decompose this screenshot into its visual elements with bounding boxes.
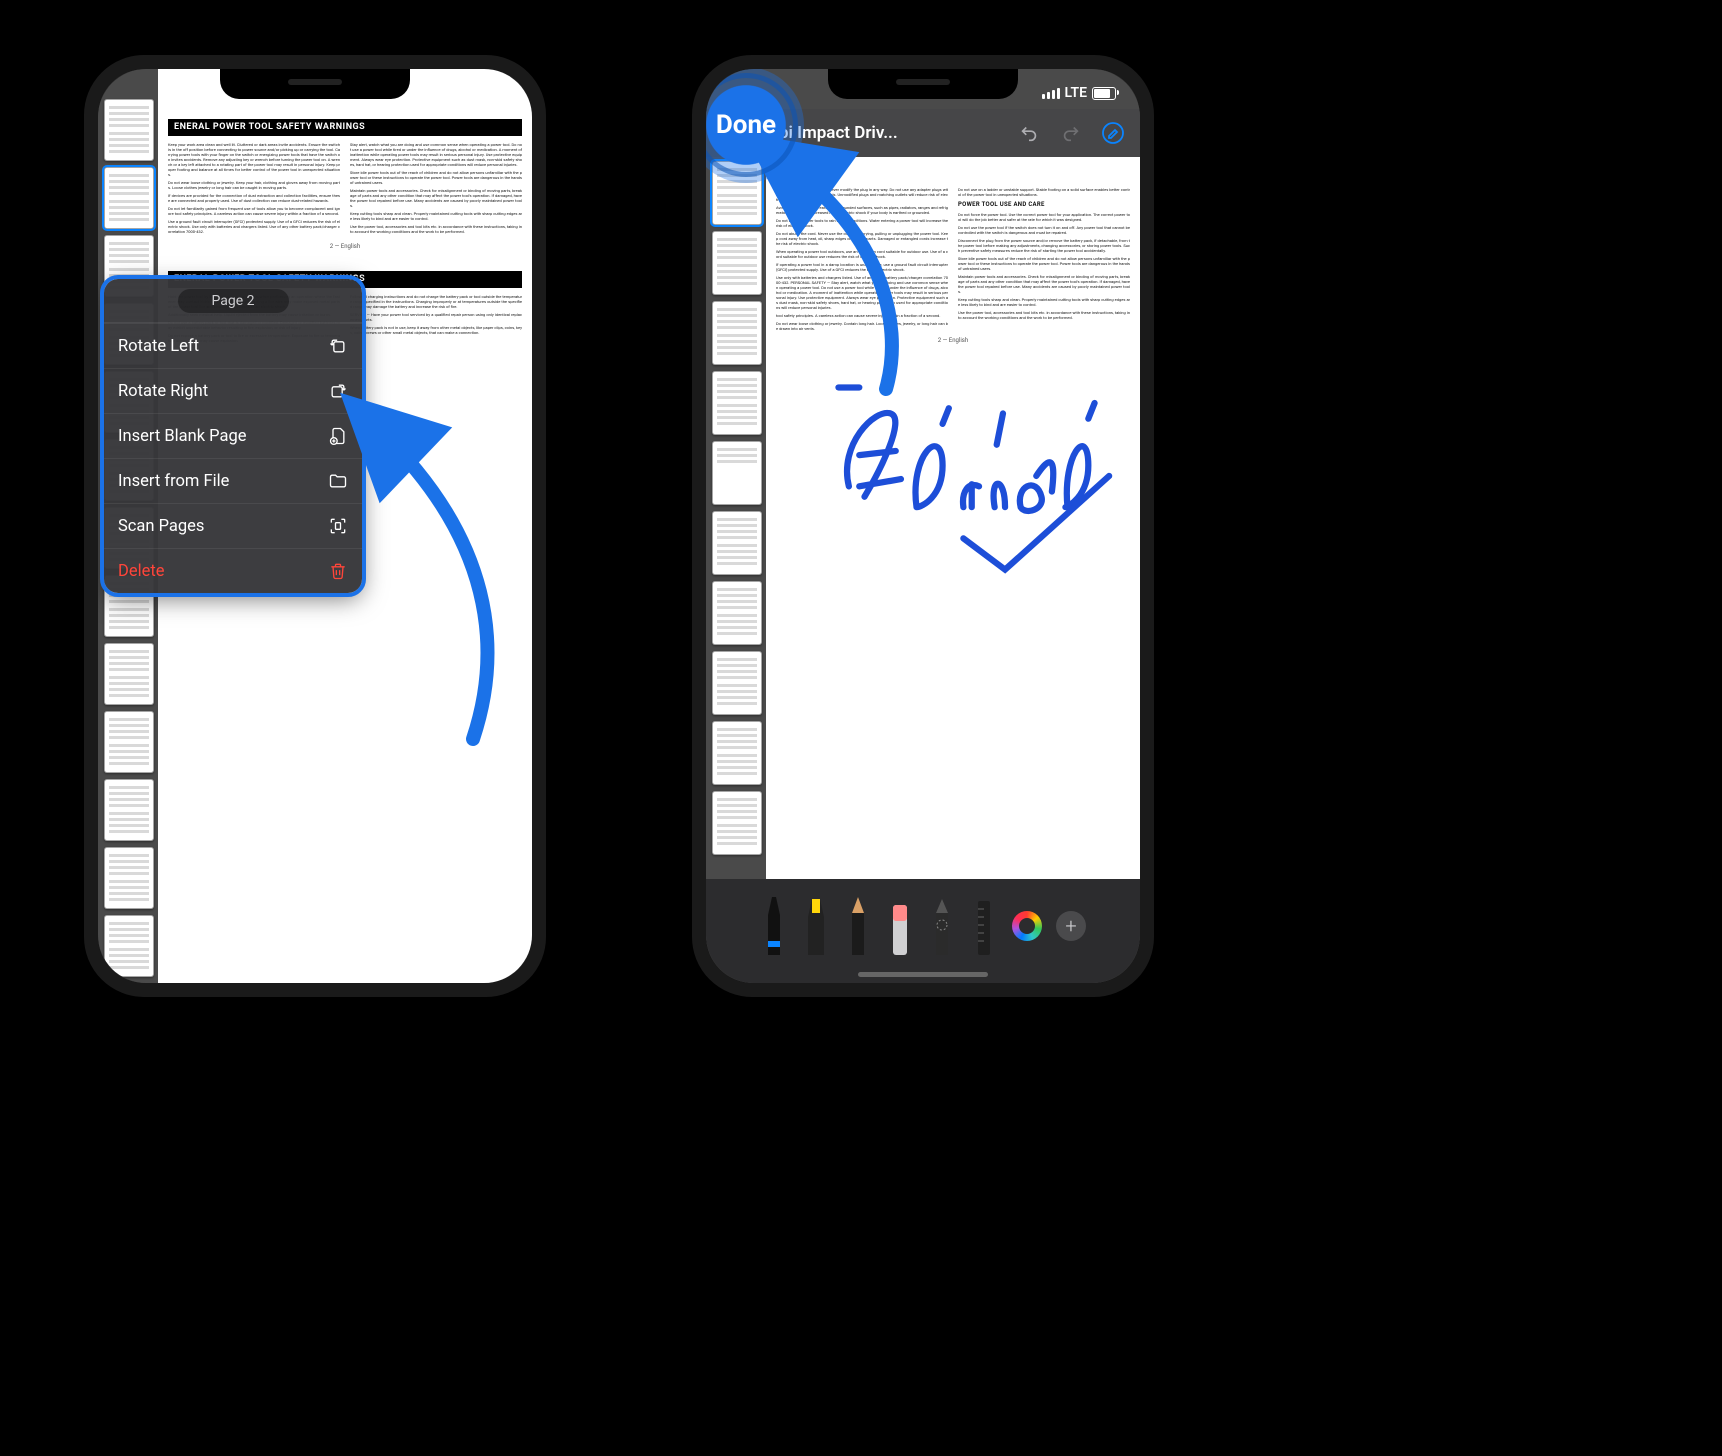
markup-toolbar: + bbox=[706, 879, 1140, 983]
document-title: obi Impact Driv... bbox=[769, 123, 1002, 143]
network-label: LTE bbox=[1065, 85, 1087, 101]
folder-icon bbox=[328, 471, 348, 491]
battery-icon bbox=[1092, 87, 1116, 100]
section-heading: ENERAL POWER TOOL SAFETY WARNINGS bbox=[168, 119, 522, 136]
page-thumbnails bbox=[712, 161, 760, 883]
menu-label: Rotate Right bbox=[118, 382, 208, 401]
trash-icon bbox=[328, 561, 348, 581]
iphone-left: ENERAL POWER TOOL SAFETY WARNINGS Keep y… bbox=[84, 55, 546, 997]
menu-label: Delete bbox=[118, 562, 165, 581]
tutorial-composite: ENERAL POWER TOOL SAFETY WARNINGS Keep y… bbox=[0, 0, 1722, 1456]
cellular-bars-icon bbox=[1042, 88, 1060, 99]
iphone-right: LTE Done obi Impact Driv... bbox=[692, 55, 1154, 997]
thumbnail-page-1[interactable] bbox=[104, 99, 154, 161]
thumbnail-page-11[interactable] bbox=[712, 791, 762, 855]
menu-delete[interactable]: Delete bbox=[104, 548, 362, 593]
thumbnail-page-12[interactable] bbox=[104, 847, 154, 909]
page-number: 2 — English bbox=[776, 337, 1130, 345]
menu-label: Rotate Left bbox=[118, 337, 199, 356]
eraser-tool[interactable] bbox=[886, 895, 914, 957]
menu-scan-pages[interactable]: Scan Pages bbox=[104, 503, 362, 548]
ruler-tool[interactable] bbox=[970, 895, 998, 957]
thumbnail-page-2[interactable] bbox=[104, 167, 154, 229]
screen: LTE Done obi Impact Driv... bbox=[706, 69, 1140, 983]
pdf-page[interactable]: Plugs must match the outlet. Never modif… bbox=[766, 157, 1140, 889]
menu-rotate-left[interactable]: Rotate Left bbox=[104, 323, 362, 368]
thumbnail-page-11[interactable] bbox=[104, 779, 154, 841]
thumbnail-page-3[interactable] bbox=[712, 231, 762, 295]
add-page-icon bbox=[328, 426, 348, 446]
screen: ENERAL POWER TOOL SAFETY WARNINGS Keep y… bbox=[98, 69, 532, 983]
home-indicator bbox=[858, 972, 988, 977]
body-text: Keep your work area clean and well lit. … bbox=[168, 142, 522, 237]
rotate-left-icon bbox=[328, 336, 348, 356]
page-context-menu: Page 2 Rotate Left Rotate Right Insert B… bbox=[104, 279, 362, 593]
thumbnail-page-9[interactable] bbox=[712, 651, 762, 715]
markup-toggle-button[interactable] bbox=[1098, 118, 1128, 148]
rotate-right-icon bbox=[328, 381, 348, 401]
thumbnail-page-6[interactable] bbox=[712, 441, 762, 505]
marker-tool[interactable] bbox=[802, 895, 830, 957]
menu-rotate-right[interactable]: Rotate Right bbox=[104, 368, 362, 413]
redo-button[interactable] bbox=[1056, 118, 1086, 148]
thumbnail-page-4[interactable] bbox=[712, 301, 762, 365]
notch bbox=[220, 69, 410, 99]
menu-label: Insert Blank Page bbox=[118, 427, 247, 446]
menu-insert-blank-page[interactable]: Insert Blank Page bbox=[104, 413, 362, 458]
add-shape-button[interactable]: + bbox=[1056, 911, 1086, 941]
color-picker-button[interactable] bbox=[1012, 911, 1042, 941]
undo-button[interactable] bbox=[1014, 118, 1044, 148]
thumbnail-page-10[interactable] bbox=[712, 721, 762, 785]
thumbnail-page-13[interactable] bbox=[104, 915, 154, 977]
scan-icon bbox=[328, 516, 348, 536]
menu-label: Scan Pages bbox=[118, 517, 204, 536]
notch bbox=[828, 69, 1018, 99]
page-number: 2 — English bbox=[168, 243, 522, 251]
body-text: Plugs must match the outlet. Never modif… bbox=[776, 187, 1130, 331]
thumbnail-page-10[interactable] bbox=[104, 711, 154, 773]
thumbnail-page-7[interactable] bbox=[712, 511, 762, 575]
thumbnail-page-5[interactable] bbox=[712, 371, 762, 435]
thumbnail-page-9[interactable] bbox=[104, 643, 154, 705]
lasso-tool[interactable] bbox=[928, 895, 956, 957]
thumbnail-page-8[interactable] bbox=[712, 581, 762, 645]
pen-tool[interactable] bbox=[760, 895, 788, 957]
menu-insert-from-file[interactable]: Insert from File bbox=[104, 458, 362, 503]
handwritten-annotation bbox=[776, 351, 1130, 571]
pencil-tool[interactable] bbox=[844, 895, 872, 957]
menu-label: Insert from File bbox=[118, 472, 229, 491]
context-menu-title: Page 2 bbox=[104, 279, 362, 323]
